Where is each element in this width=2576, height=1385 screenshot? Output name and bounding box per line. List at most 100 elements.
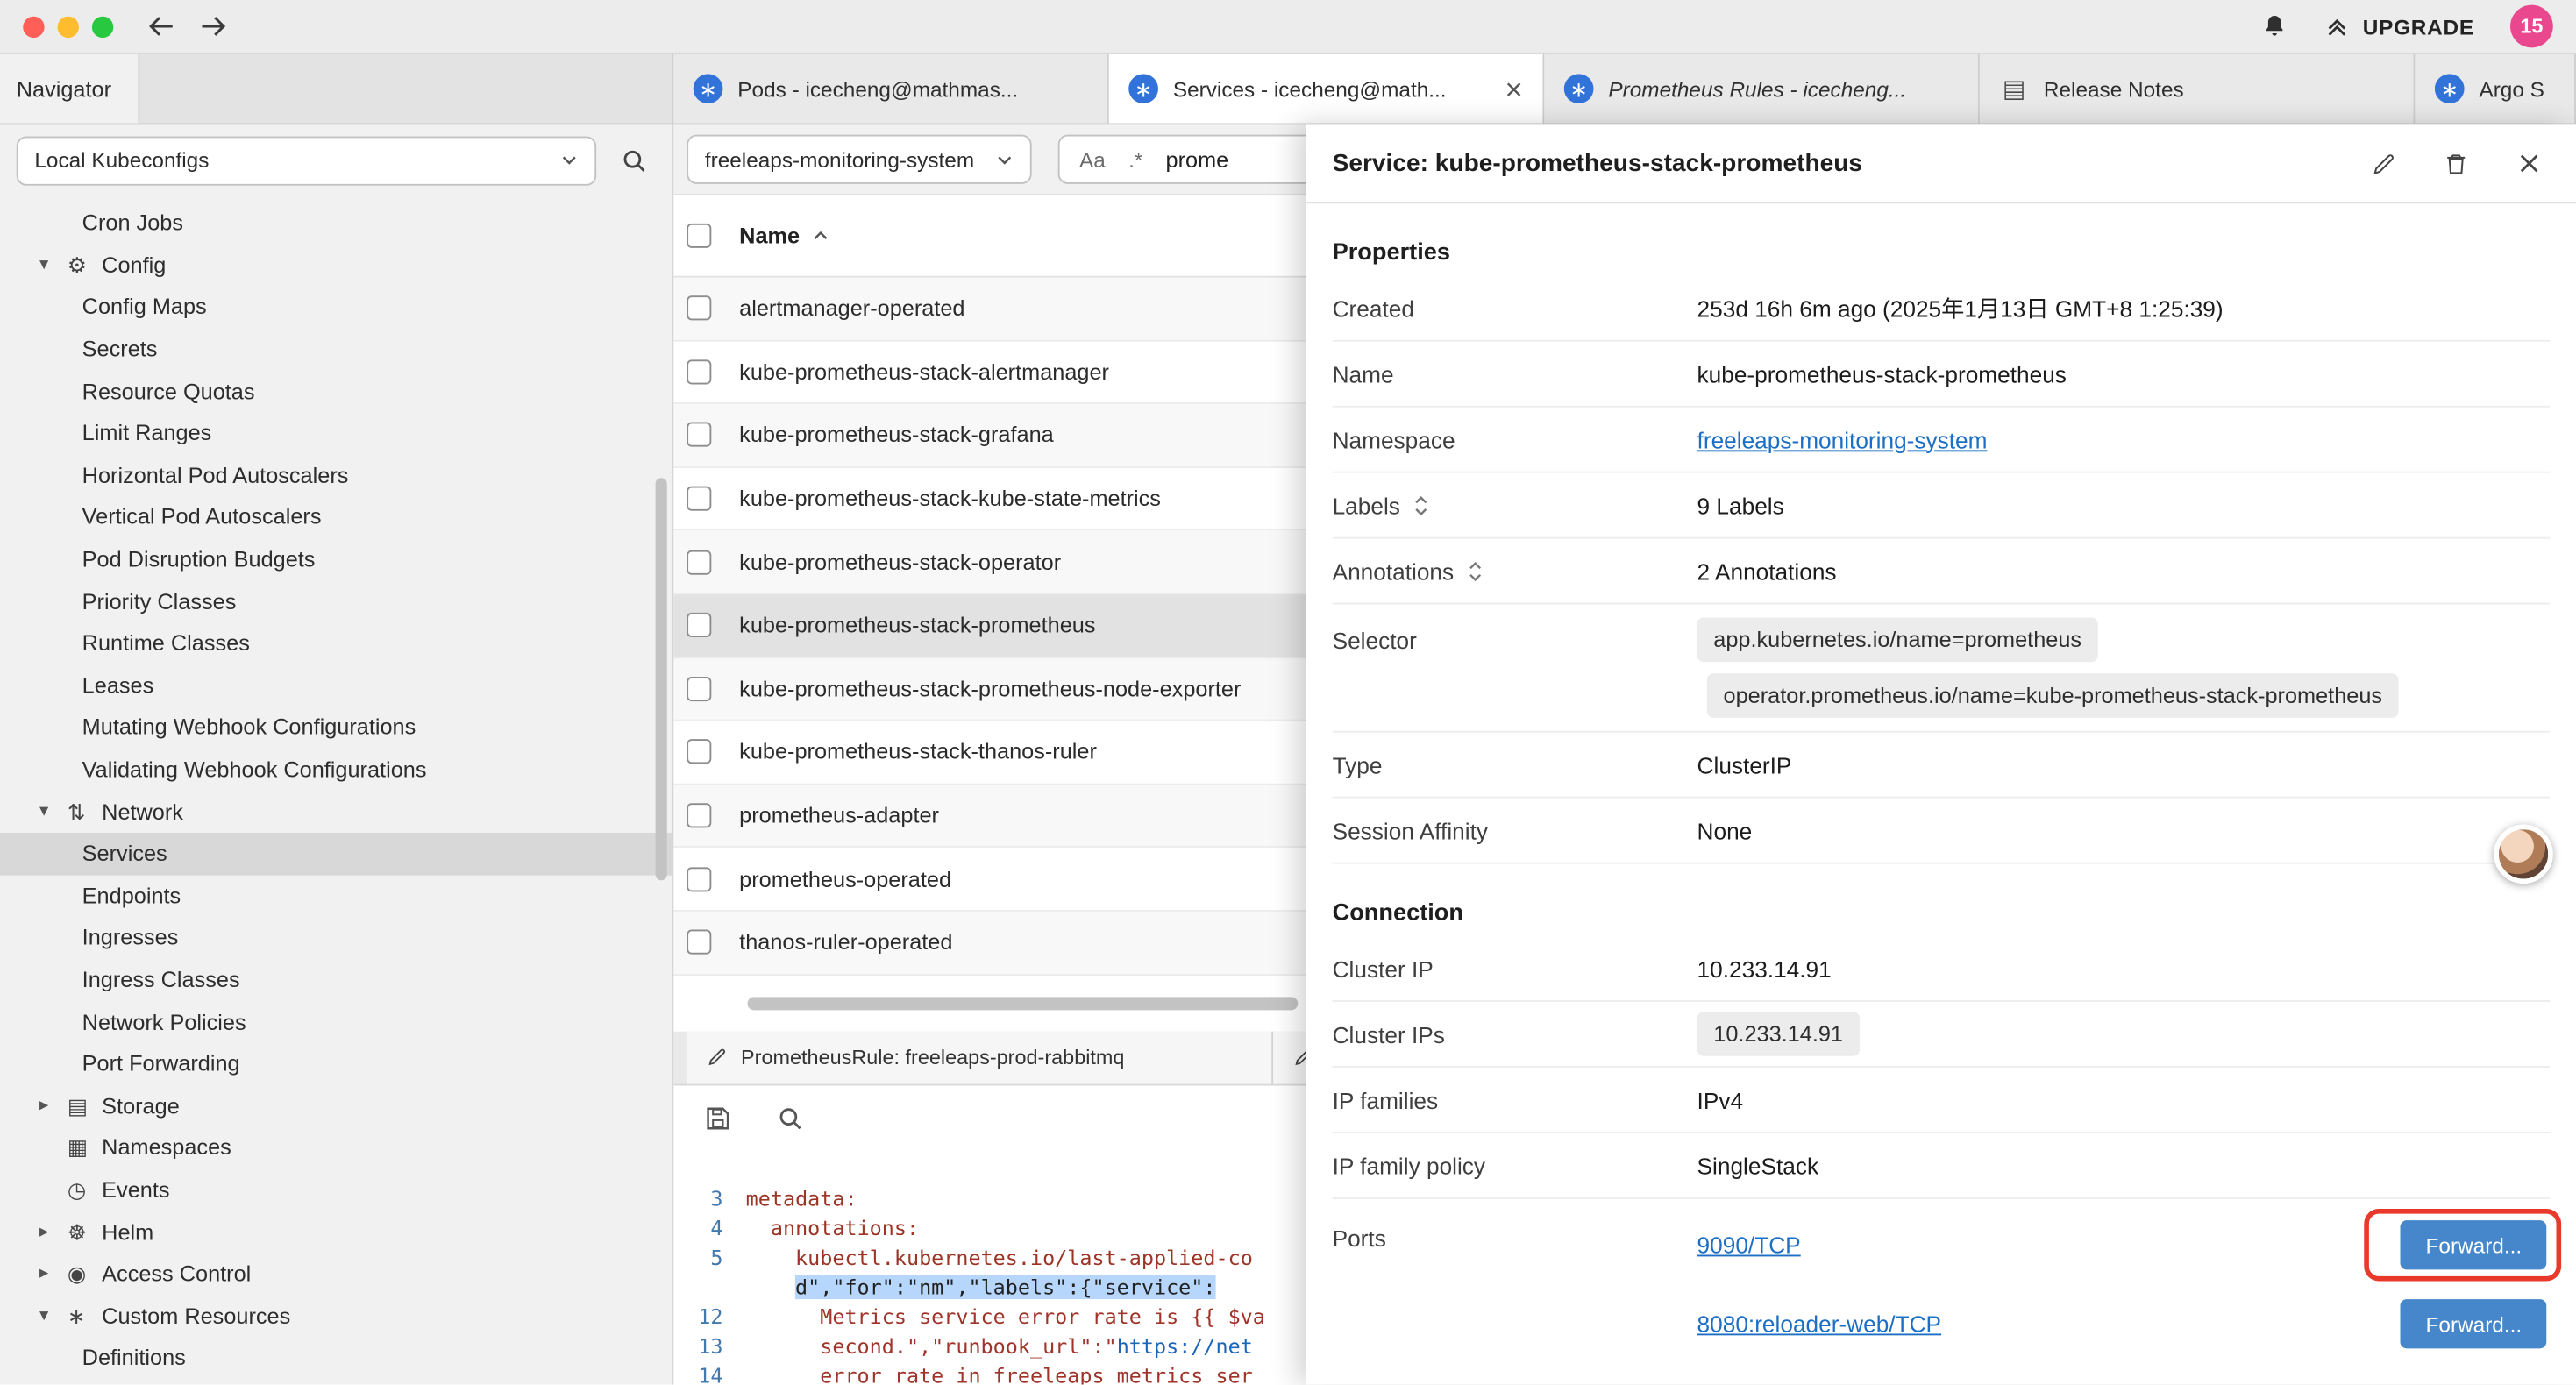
sidebar-item[interactable]: ◷ Events [0, 1168, 672, 1211]
nav-tab[interactable]: ∗ Services - icecheng@math... [1109, 54, 1545, 124]
row-checkbox[interactable] [687, 423, 711, 447]
forward-button[interactable] [196, 11, 231, 41]
nav-tab[interactable]: ∗ Prometheus Rules - icecheng... [1544, 54, 1980, 124]
name-column-header[interactable]: Name [739, 224, 829, 248]
sidebar-item[interactable]: Definitions [0, 1337, 672, 1379]
notification-count-badge[interactable]: 15 [2510, 5, 2553, 48]
minimize-window-button[interactable] [58, 16, 79, 37]
sidebar-item[interactable]: Resource Quotas [0, 370, 672, 412]
editor-search-icon[interactable] [769, 1097, 812, 1140]
sidebar-item[interactable]: ▸ ▤ Storage [0, 1085, 672, 1127]
ports-list: 9090/TCP Forward... 8080:reloader-web/TC… [1697, 1209, 2550, 1360]
selector-badge: operator.prometheus.io/name=kube-prometh… [1707, 673, 2399, 718]
namespace-link[interactable]: freeleaps-monitoring-system [1697, 426, 1988, 452]
sidebar-item[interactable]: ▾ ⚙ Config [0, 244, 672, 286]
nav-tab[interactable]: ▤ Release Notes [1980, 54, 2416, 124]
editor-tab-active[interactable]: PrometheusRule: freeleaps-prod-rabbitmq [687, 1031, 1273, 1083]
property-value: SingleStack [1697, 1152, 1819, 1178]
match-case-toggle[interactable]: Aa [1079, 147, 1106, 172]
category-icon: ▦ [68, 1137, 102, 1158]
expand-toggle-icon[interactable] [1413, 494, 1430, 516]
row-checkbox[interactable] [687, 550, 711, 574]
tab-icon: ∗ [1564, 74, 1594, 103]
close-window-button[interactable] [23, 16, 44, 37]
drawer-body: Properties Created 253d 16h 6m ago (2025… [1306, 203, 2576, 1384]
sidebar-item[interactable]: Cron Jobs [0, 202, 672, 244]
sidebar-item[interactable]: Secrets [0, 328, 672, 370]
sidebar-item[interactable]: ▾ ⇅ Network [0, 791, 672, 833]
sidebar-item[interactable]: Pod Disruption Budgets [0, 538, 672, 580]
sidebar-item[interactable]: Services [0, 833, 672, 875]
sidebar-item[interactable]: Ingresses [0, 917, 672, 959]
service-name: kube-prometheus-stack-kube-state-metrics [739, 487, 1161, 511]
port-forward-button[interactable]: Forward... [2401, 1299, 2546, 1348]
sidebar-item[interactable]: Limit Ranges [0, 412, 672, 454]
close-drawer-icon[interactable] [2507, 142, 2550, 185]
port-forward-button[interactable]: Forward... [2401, 1220, 2546, 1269]
sidebar-item[interactable]: Horizontal Pod Autoscalers [0, 454, 672, 496]
sidebar-item-label: Validating Webhook Configurations [82, 757, 427, 782]
regex-toggle[interactable]: .* [1128, 147, 1142, 172]
row-checkbox[interactable] [687, 930, 711, 955]
horizontal-scrollbar[interactable] [748, 996, 1299, 1009]
property-label: Ports [1333, 1209, 1697, 1252]
sidebar-item[interactable]: Runtime Classes [0, 622, 672, 664]
sidebar-item[interactable]: Mutating Webhook Configurations [0, 707, 672, 749]
property-row-cluster-ips: Cluster IPs 10.233.14.91 [1333, 1002, 2550, 1068]
row-checkbox[interactable] [687, 613, 711, 637]
sidebar-item[interactable]: Port Forwarding [0, 1043, 672, 1085]
nav-tab[interactable]: ∗ Argo S [2415, 54, 2576, 124]
row-checkbox[interactable] [687, 803, 711, 827]
cluster-tabs: ∗ Pods - icecheng@mathmas... ∗ Services … [673, 54, 2576, 124]
row-checkbox[interactable] [687, 359, 711, 384]
sidebar-item[interactable]: Network Policies [0, 1001, 672, 1043]
window-titlebar: UPGRADE 15 [0, 0, 2576, 54]
save-icon[interactable] [696, 1097, 739, 1140]
port-link[interactable]: 9090/TCP [1697, 1232, 1801, 1258]
delete-icon[interactable] [2435, 142, 2478, 185]
close-tab-icon[interactable] [1505, 80, 1523, 98]
row-checkbox[interactable] [687, 740, 711, 764]
sidebar-item-label: Ingress Classes [82, 968, 240, 992]
sidebar-item[interactable]: Priority Classes [0, 580, 672, 622]
back-button[interactable] [143, 11, 179, 41]
category-icon: ∗ [68, 1305, 102, 1326]
nav-tab[interactable]: ∗ Pods - icecheng@mathmas... [673, 54, 1109, 124]
sidebar-item[interactable]: Vertical Pod Autoscalers [0, 496, 672, 538]
line-number: 4 [673, 1213, 745, 1243]
sidebar-item-label: Helm [102, 1219, 153, 1244]
edit-icon[interactable] [2362, 142, 2405, 185]
select-all-checkbox[interactable] [687, 224, 711, 248]
row-checkbox[interactable] [687, 487, 711, 511]
sidebar-item[interactable]: Validating Webhook Configurations [0, 749, 672, 791]
row-checkbox[interactable] [687, 867, 711, 891]
sidebar-search-icon[interactable] [613, 138, 656, 181]
sidebar-item[interactable]: Config Maps [0, 286, 672, 328]
sidebar-item[interactable]: ▸ ☸ Helm [0, 1211, 672, 1253]
property-label: IP family policy [1333, 1152, 1697, 1178]
upgrade-button[interactable]: UPGRADE [2325, 14, 2474, 39]
kubeconfig-selector[interactable]: Local Kubeconfigs [17, 136, 596, 185]
port-link[interactable]: 8080:reloader-web/TCP [1697, 1310, 1942, 1337]
sidebar-item[interactable]: Leases [0, 664, 672, 707]
namespace-filter[interactable]: freeleaps-monitoring-system [687, 135, 1031, 184]
category-icon: ⇅ [68, 801, 102, 822]
cluster-ip-badge: 10.233.14.91 [1697, 1012, 1860, 1056]
property-row-session-affinity: Session Affinity None [1333, 799, 2550, 864]
sidebar-item[interactable]: ▸ ◉ Access Control [0, 1253, 672, 1295]
sidebar-item[interactable]: ▦ Namespaces [0, 1126, 672, 1168]
row-checkbox[interactable] [687, 296, 711, 321]
navigator-tab[interactable]: Navigator [0, 54, 139, 124]
property-label: Cluster IP [1333, 955, 1697, 982]
sidebar-toolbar: Local Kubeconfigs [0, 124, 672, 195]
row-checkbox[interactable] [687, 677, 711, 701]
sidebar-item[interactable]: Ingress Classes [0, 959, 672, 1001]
vertical-scrollbar[interactable] [656, 478, 667, 880]
property-value: None [1697, 817, 1753, 843]
notifications-bell-icon[interactable] [2261, 11, 2289, 41]
expand-toggle-icon[interactable] [1467, 559, 1484, 582]
sidebar-item[interactable]: Endpoints [0, 875, 672, 917]
maximize-window-button[interactable] [92, 16, 113, 37]
sidebar-item[interactable]: ▾ ∗ Custom Resources [0, 1295, 672, 1337]
assistant-avatar[interactable] [2494, 825, 2552, 884]
